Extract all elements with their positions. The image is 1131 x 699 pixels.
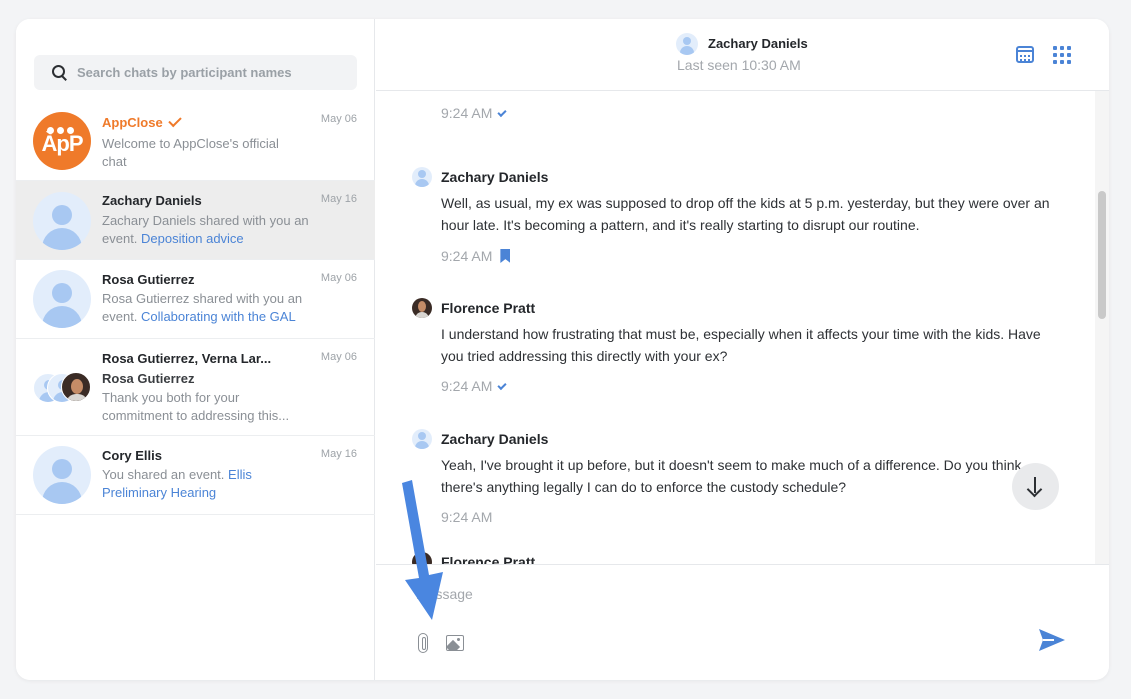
chat-item-rosa-gutierrez[interactable]: Rosa Gutierrez May 06 Rosa Gutierrez sha…: [16, 260, 375, 339]
message-time: 9:24 AM: [441, 105, 507, 121]
contact-name[interactable]: Zachary Daniels: [708, 36, 808, 51]
avatar: [33, 446, 91, 504]
chat-date: May 06: [320, 113, 357, 125]
chat-preview: You shared an event. Ellis Preliminary H…: [102, 467, 252, 500]
scrollbar[interactable]: [1095, 91, 1109, 564]
avatar-photo: [61, 372, 91, 402]
last-sender: Rosa Gutierrez: [102, 371, 195, 386]
chat-name: AppClose: [102, 113, 182, 130]
message-input[interactable]: [416, 583, 1036, 605]
avatar: [33, 270, 91, 328]
verified-check-icon: [167, 113, 182, 128]
message-time: 9:24 AM: [441, 509, 493, 525]
last-seen-status: Last seen 10:30 AM: [677, 57, 801, 73]
conversation-panel: Zachary Daniels Last seen 10:30 AM 9:24 …: [376, 19, 1109, 680]
scrollbar-thumb[interactable]: [1098, 191, 1106, 319]
chat-item-appclose[interactable]: ÀpP AppClose May 06 Welcome to AppClose'…: [16, 101, 375, 181]
avatar: [33, 192, 91, 250]
chat-name: Zachary Daniels: [102, 193, 202, 208]
chat-date: May 06: [320, 351, 357, 363]
message-text: Well, as usual, my ex was supposed to dr…: [441, 195, 1050, 233]
message-sender: Zachary Daniels: [441, 431, 549, 447]
event-link[interactable]: Collaborating with the GAL: [141, 309, 296, 324]
chat-list: ÀpP AppClose May 06 Welcome to AppClose'…: [16, 101, 375, 515]
chat-name: Rosa Gutierrez: [102, 272, 195, 287]
logo-text: ÀpP: [41, 131, 84, 156]
chat-name: Cory Ellis: [102, 448, 162, 463]
message-composer: [376, 564, 1109, 680]
chat-name: Rosa Gutierrez, Verna Lar...: [102, 351, 272, 366]
chat-item-zachary-daniels[interactable]: Zachary Daniels May 16 Zachary Daniels s…: [16, 181, 375, 260]
chat-preview: Welcome to AppClose's official chat: [102, 136, 279, 169]
message-sender: Florence Pratt: [441, 300, 536, 316]
image-icon[interactable]: [446, 635, 464, 651]
avatar: [412, 167, 432, 187]
chat-sidebar: Search chats by participant names ÀpP Ap…: [16, 19, 375, 680]
avatar: [676, 33, 698, 55]
chat-preview: Zachary Daniels shared with you an event…: [102, 213, 309, 246]
calendar-icon[interactable]: [1016, 46, 1034, 63]
chat-preview: Rosa Gutierrez shared with you an event.…: [102, 291, 303, 324]
apps-grid-icon[interactable]: [1053, 46, 1071, 64]
send-icon[interactable]: [1038, 627, 1066, 653]
avatar-photo: [412, 552, 432, 564]
avatar-photo: [412, 298, 432, 318]
chat-item-group[interactable]: Rosa Gutierrez, Verna Lar... May 06 Rosa…: [16, 339, 375, 436]
sent-check-icon: [497, 107, 507, 118]
app-window: Search chats by participant names ÀpP Ap…: [16, 19, 1109, 680]
search-input[interactable]: Search chats by participant names: [77, 65, 292, 80]
chat-preview: Thank you both for your commitment to ad…: [102, 390, 290, 423]
chat-date: May 16: [320, 448, 357, 460]
message-list[interactable]: 9:24 AM Zachary Daniels Well, as usual, …: [376, 91, 1109, 564]
scroll-down-button[interactable]: [1012, 463, 1059, 510]
chat-item-cory-ellis[interactable]: Cory Ellis May 16 You shared an event. E…: [16, 436, 375, 515]
search-box[interactable]: Search chats by participant names: [34, 55, 357, 90]
message-time: 9:24 AM: [441, 378, 507, 394]
appclose-logo: ÀpP: [33, 112, 91, 170]
message-text: Yeah, I've brought it up before, but it …: [441, 457, 1022, 495]
sent-check-icon: [497, 380, 507, 391]
avatar: [412, 429, 432, 449]
message-sender: Zachary Daniels: [441, 169, 549, 185]
search-icon: [52, 64, 68, 81]
attachment-icon[interactable]: [418, 633, 428, 653]
conversation-header: Zachary Daniels Last seen 10:30 AM: [376, 19, 1109, 91]
chat-date: May 06: [320, 272, 357, 284]
logo-dots: [47, 121, 77, 134]
group-avatar: [33, 372, 93, 403]
message-time: 9:24 AM: [441, 247, 511, 264]
chat-date: May 16: [320, 193, 357, 205]
message-text: I understand how frustrating that must b…: [441, 326, 1041, 364]
event-link[interactable]: Deposition advice: [141, 231, 244, 246]
message-sender: Florence Pratt: [441, 554, 536, 564]
bookmark-icon[interactable]: [500, 249, 511, 263]
